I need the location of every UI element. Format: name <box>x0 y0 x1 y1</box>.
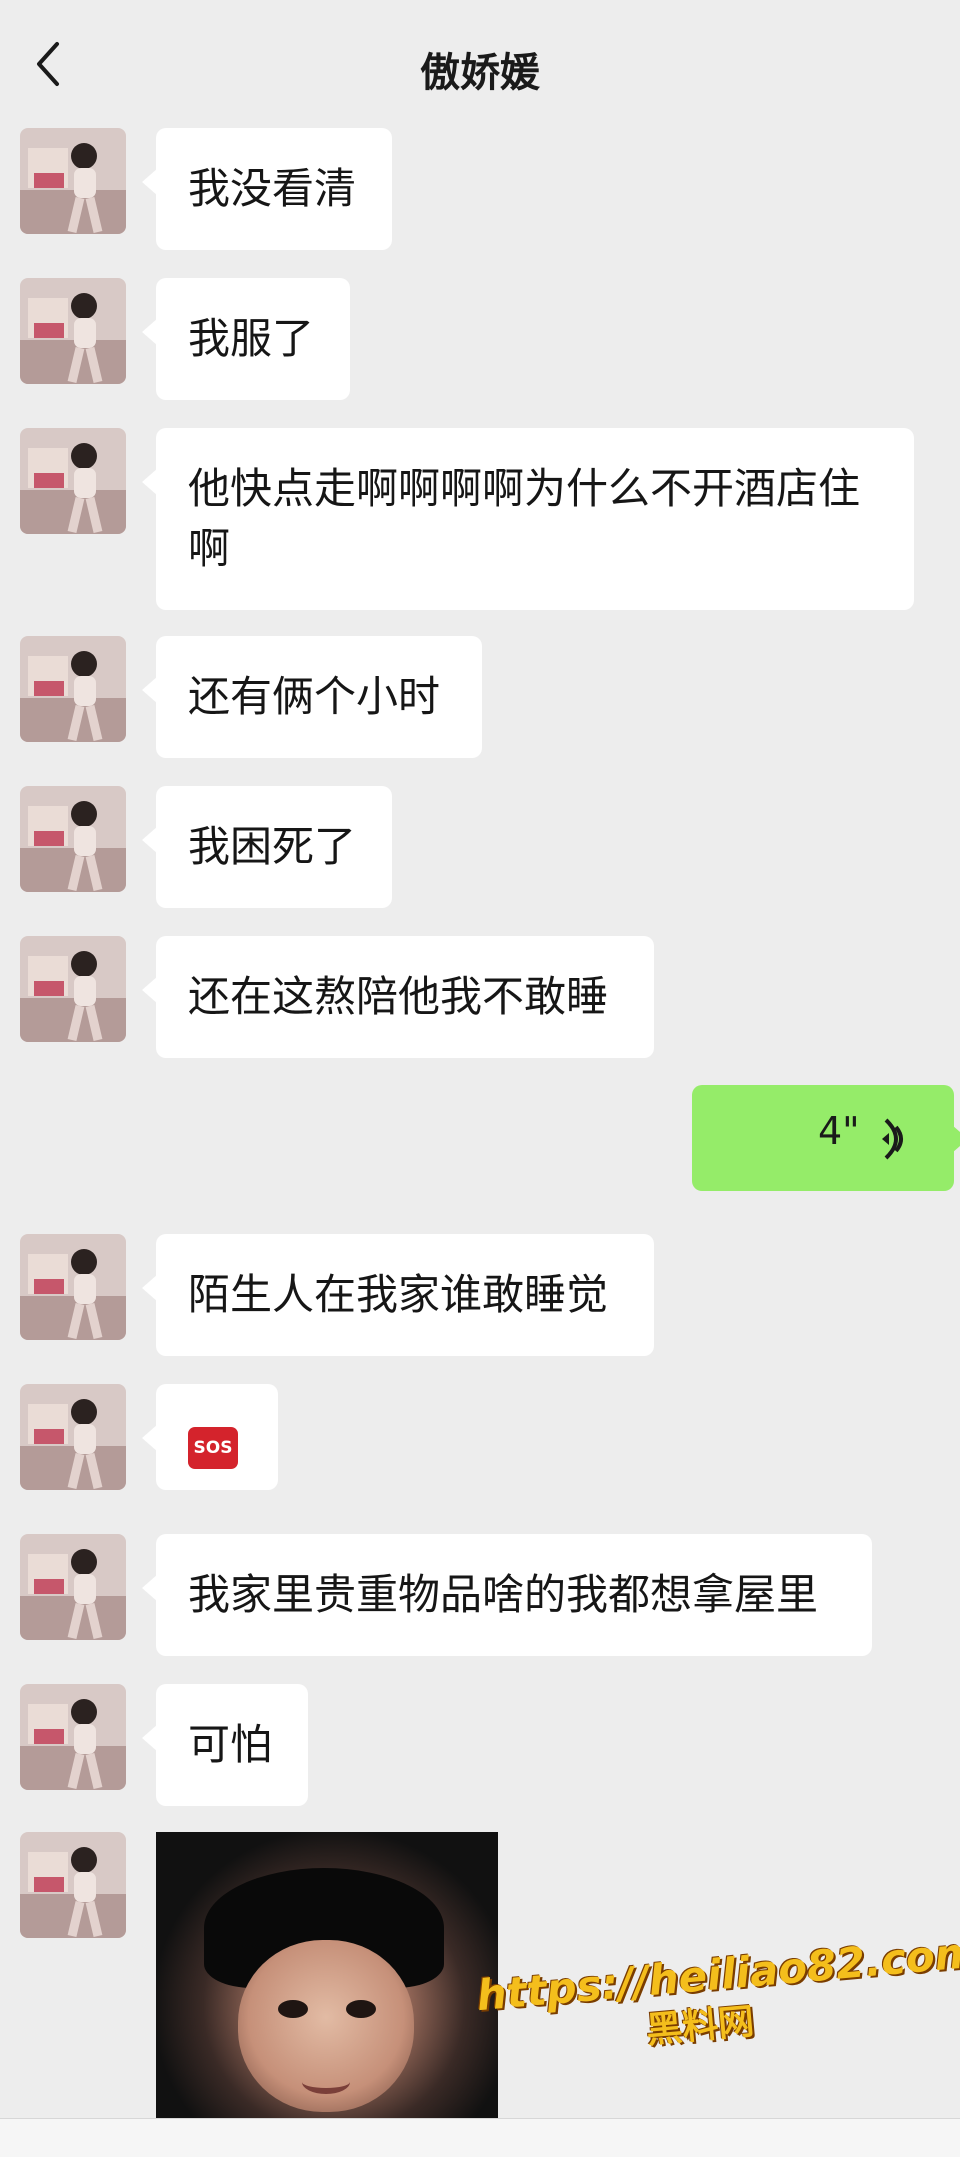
avatar[interactable] <box>20 278 126 384</box>
voice-wave-icon <box>882 1118 903 1160</box>
chat-title: 傲娇媛 <box>420 50 540 96</box>
message-bubble[interactable]: 还在这熬陪他我不敢睡 <box>142 936 654 1058</box>
message-bubble[interactable]: 陌生人在我家谁敢睡觉 <box>142 1234 654 1356</box>
voice-duration: 4" <box>818 1109 860 1153</box>
avatar[interactable] <box>20 636 126 742</box>
message-bubble[interactable]: 可怕 <box>142 1684 308 1806</box>
message-bubble[interactable]: 他快点走啊啊啊啊为什么不开酒店住啊 <box>142 428 914 610</box>
watermark: https://heiliao82.com 黑料网 <box>475 1927 960 2068</box>
message-bubble[interactable]: 我困死了 <box>142 786 392 908</box>
sos-icon: SOS <box>188 1426 238 1469</box>
avatar[interactable] <box>20 128 126 234</box>
avatar[interactable] <box>20 1684 126 1790</box>
message-bubble[interactable]: 我没看清 <box>142 128 392 250</box>
message-bubble[interactable]: SOS <box>142 1384 278 1490</box>
avatar[interactable] <box>20 428 126 534</box>
message-bubble[interactable]: 还有俩个小时 <box>142 636 482 758</box>
avatar[interactable] <box>20 786 126 892</box>
avatar[interactable] <box>20 1832 126 1938</box>
avatar[interactable] <box>20 1384 126 1490</box>
avatar[interactable] <box>20 1234 126 1340</box>
avatar[interactable] <box>20 936 126 1042</box>
photo-mouth <box>302 2070 350 2094</box>
voice-message[interactable]: 4" <box>692 1085 960 1191</box>
chat-header: 傲娇媛 <box>0 0 960 128</box>
photo-eye <box>278 2000 308 2018</box>
chat-input-bar[interactable] <box>0 2118 960 2157</box>
photo-eye <box>346 2000 376 2018</box>
message-bubble[interactable]: 我服了 <box>142 278 350 400</box>
message-bubble[interactable]: 我家里贵重物品啥的我都想拿屋里 <box>142 1534 872 1656</box>
avatar[interactable] <box>20 1534 126 1640</box>
toddler-face-photo[interactable] <box>156 1832 498 2122</box>
